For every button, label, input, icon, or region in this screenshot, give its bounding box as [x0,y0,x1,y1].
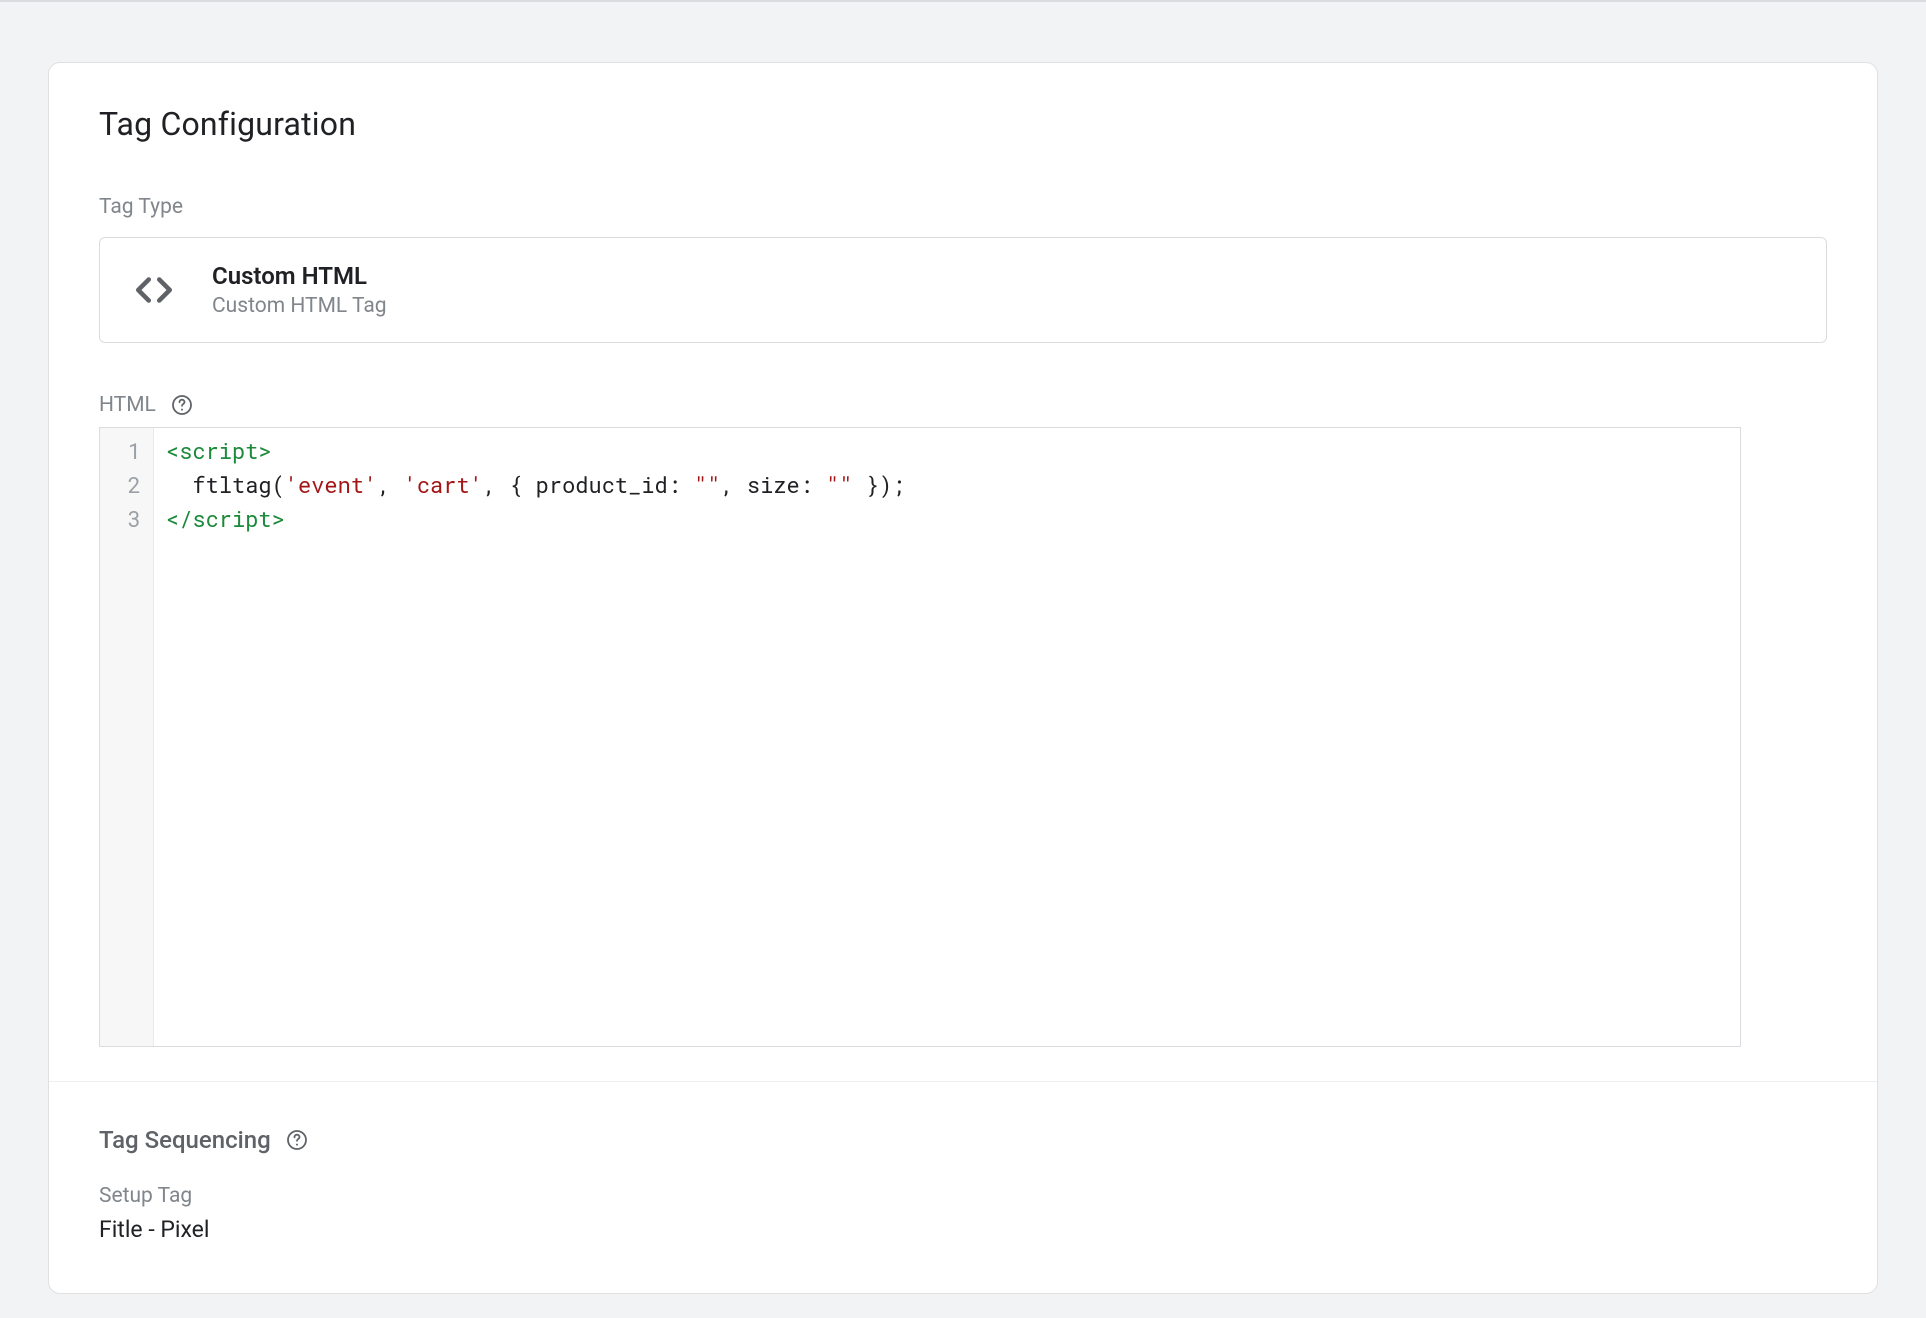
html-field-label: HTML [99,393,156,417]
html-label-row: HTML [99,393,1827,417]
html-code-editor[interactable]: 123 <script> ftltag('event', 'cart', { p… [99,427,1741,1047]
line-number: 2 [110,468,141,502]
code-line[interactable]: ftltag('event', 'cart', { product_id: ""… [166,468,1728,502]
section-divider [49,1081,1877,1082]
setup-tag-value: Fitle - Pixel [99,1216,1827,1243]
code-line[interactable]: <script> [166,434,1728,468]
line-number: 1 [110,434,141,468]
code-line[interactable]: </script> [166,502,1728,536]
tag-sequencing-heading-row: Tag Sequencing [99,1126,1827,1154]
help-icon[interactable] [285,1128,309,1152]
page-wrap: Tag Configuration Tag Type Custom HTML C… [0,2,1926,1294]
code-gutter: 123 [100,428,154,1046]
tag-sequencing-heading: Tag Sequencing [99,1126,271,1154]
setup-tag-label: Setup Tag [99,1184,1827,1208]
tag-type-text: Custom HTML Custom HTML Tag [212,262,387,318]
line-number: 3 [110,502,141,536]
tag-type-description: Custom HTML Tag [212,294,387,318]
code-icon [130,266,178,314]
card-title: Tag Configuration [99,105,1827,143]
tag-type-name: Custom HTML [212,262,387,290]
help-icon[interactable] [170,393,194,417]
tag-type-field-label: Tag Type [99,195,1827,219]
tag-configuration-card: Tag Configuration Tag Type Custom HTML C… [48,62,1878,1294]
code-area[interactable]: <script> ftltag('event', 'cart', { produ… [154,428,1740,1046]
tag-type-selector[interactable]: Custom HTML Custom HTML Tag [99,237,1827,343]
